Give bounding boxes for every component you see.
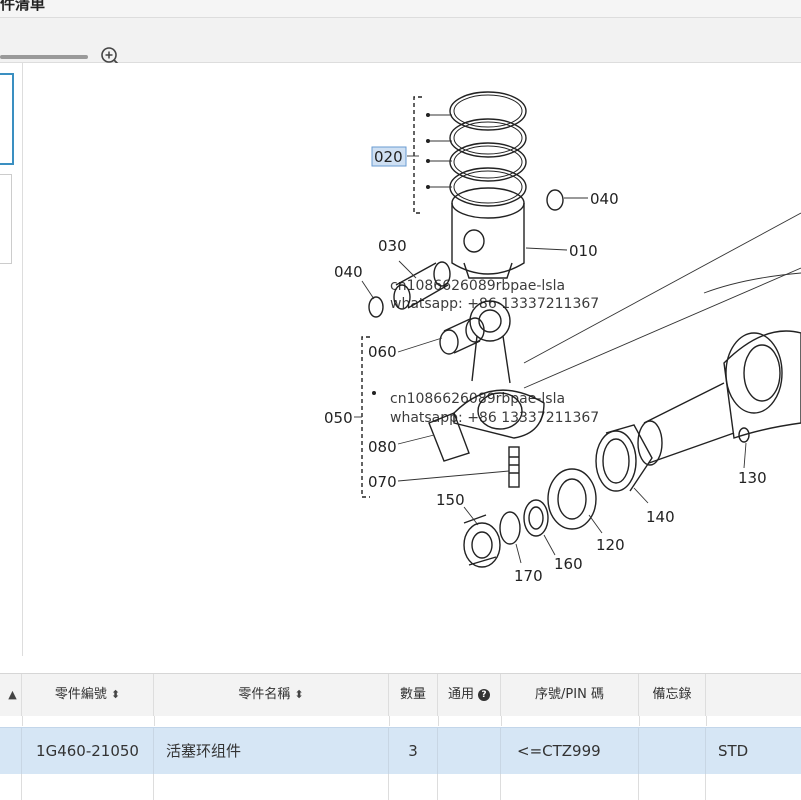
title-bar: 件清单: [0, 0, 801, 18]
watermark-text: whatsapp: +86 13337211367: [390, 410, 599, 426]
thumbnail-panel: [0, 63, 23, 656]
callout-160: 160: [554, 555, 583, 573]
crankshaft: [643, 382, 735, 464]
col-extra: [706, 674, 801, 716]
parts-diagram: 020 040 030 010 040 060 050 080 070 150 …: [24, 63, 801, 656]
piston-ring: [449, 142, 527, 182]
watermark-text: whatsapp: +86 13337211367: [390, 296, 599, 312]
col-common-label: 通用: [447, 687, 474, 702]
piston-ring: [449, 167, 527, 207]
callout-020: 020: [374, 148, 403, 166]
watermark-text: cn1086626089rbpae-lsla: [390, 391, 565, 407]
col-common: 通用?: [438, 674, 501, 716]
thumbnail-selected[interactable]: [0, 73, 14, 165]
callout-120: 120: [596, 536, 625, 554]
collar: [463, 522, 501, 568]
cell-common: [438, 728, 501, 774]
callout-130: 130: [738, 469, 767, 487]
col-part-number-label: 零件編號: [54, 687, 107, 702]
callout-030: 030: [378, 237, 407, 255]
col-quantity: 數量: [389, 674, 438, 716]
table-row-selected[interactable]: 1G460-21050 活塞环组件 3 <=CTZ999 STD: [0, 727, 801, 775]
col-serial-label: 序號/PIN 碼: [535, 687, 604, 702]
o-ring: [499, 511, 521, 545]
col-memo: 備忘錄: [639, 674, 706, 716]
crank-gear: [547, 468, 597, 530]
callout-040: 040: [334, 263, 363, 281]
sort-icon[interactable]: ▲: [0, 674, 22, 716]
cell-quantity: 3: [389, 728, 438, 774]
col-part-name[interactable]: 零件名稱 ⬍: [154, 674, 389, 716]
callout-150: 150: [436, 491, 465, 509]
washer: [523, 499, 549, 537]
rod-bolt: [508, 446, 520, 488]
callout-080: 080: [368, 438, 397, 456]
parts-table-header: ▲ 零件編號 ⬍ 零件名稱 ⬍ 數量 通用? 序號/PIN 碼 備忘錄: [0, 673, 801, 717]
callout-060: 060: [368, 343, 397, 361]
circlip: [546, 189, 564, 211]
table-row[interactable]: [0, 774, 801, 800]
col-quantity-label: 數量: [399, 687, 426, 702]
cell-memo-empty: [639, 728, 706, 774]
col-part-name-label: 零件名稱: [238, 687, 291, 702]
cell-part-name: 活塞环组件: [154, 728, 389, 774]
callout-140: 140: [646, 508, 675, 526]
sort-icon: ⬍: [110, 688, 121, 701]
help-icon[interactable]: ?: [478, 688, 490, 701]
col-serial: 序號/PIN 碼: [501, 674, 639, 716]
table-spacer-row: [0, 716, 801, 726]
zoom-slider[interactable]: [0, 55, 88, 59]
exploded-view-drawing: 020 040 030 010 040 060 050 080 070 150 …: [324, 91, 801, 585]
circlip: [368, 296, 384, 318]
callout-050: 050: [324, 409, 353, 427]
callout-170: 170: [514, 567, 543, 585]
cell-serial: <=CTZ999: [501, 728, 639, 774]
sort-icon: ⬍: [294, 688, 304, 701]
callout-010: 010: [569, 242, 598, 260]
callout-040: 040: [590, 190, 619, 208]
cell-memo: STD: [718, 742, 749, 760]
page-title: 件清单: [0, 0, 46, 13]
callout-070: 070: [368, 473, 397, 491]
row-checkbox[interactable]: [0, 728, 22, 774]
cell-part-number: 1G460-21050: [22, 728, 154, 774]
col-memo-label: 備忘錄: [652, 687, 692, 702]
diagram-toolbar: [0, 18, 801, 67]
watermark-text: cn1086626089rbpae-lsla: [390, 278, 565, 294]
timing-gear: [595, 430, 637, 492]
col-part-number[interactable]: 零件編號 ⬍: [22, 674, 154, 716]
piston-ring: [449, 118, 527, 158]
thumbnail[interactable]: [0, 174, 12, 264]
